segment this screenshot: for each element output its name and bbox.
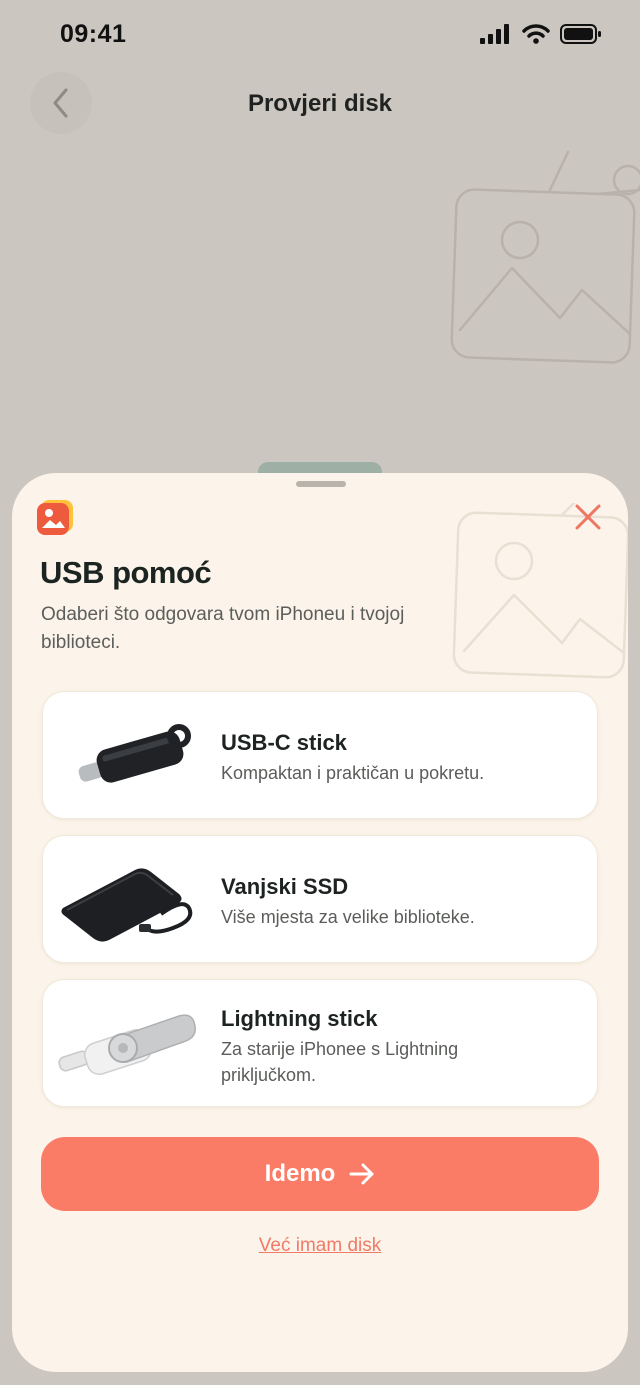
arrow-right-icon (349, 1163, 374, 1185)
option-external-ssd[interactable]: Vanjski SSD Više mjesta za velike biblio… (42, 835, 598, 963)
sheet-subtitle: Odaberi što odgovara tvom iPhoneu i tvoj… (41, 604, 405, 653)
lightning-stick-image (58, 1014, 196, 1076)
background-image-placeholder-icon (450, 150, 640, 364)
photo-app-icon (37, 500, 73, 535)
option-title: Vanjski SSD (221, 874, 349, 899)
option-lightning-stick[interactable]: Lightning stick Za starije iPhonee s Lig… (42, 979, 598, 1107)
option-title: Lightning stick (221, 1006, 378, 1031)
usb-c-stick-image (78, 724, 191, 783)
status-icons (480, 24, 602, 44)
battery-icon (560, 24, 601, 44)
sheet-grabber[interactable] (296, 481, 346, 487)
page-title: Provjeri disk (247, 90, 393, 117)
option-description: Više mjesta za velike biblioteke. (221, 907, 475, 927)
status-bar: 09:41 (0, 0, 640, 72)
nav-bar: Provjeri disk (0, 72, 640, 136)
already-have-disk-link[interactable]: Već imam disk (12, 1235, 628, 1257)
close-button[interactable] (568, 497, 608, 537)
sheet-title: USB pomoć (40, 555, 212, 590)
option-usb-c-stick[interactable]: USB-C stick Kompaktan i praktičan u pokr… (42, 691, 598, 819)
option-description: Za starije iPhonee s Lightning priključk… (221, 1039, 459, 1085)
option-title: USB-C stick (221, 730, 347, 755)
status-time: 09:41 (60, 20, 127, 48)
continue-button-label: Idemo (264, 1160, 336, 1187)
option-description: Kompaktan i praktičan u pokretu. (221, 763, 485, 783)
close-icon (575, 504, 601, 530)
usb-help-sheet: USB pomoć Odaberi što odgovara tvom iPho… (12, 473, 628, 1372)
continue-button[interactable]: Idemo (41, 1137, 599, 1211)
signal-bars-icon (480, 24, 509, 44)
wifi-icon (522, 24, 550, 44)
external-ssd-image (61, 868, 193, 942)
